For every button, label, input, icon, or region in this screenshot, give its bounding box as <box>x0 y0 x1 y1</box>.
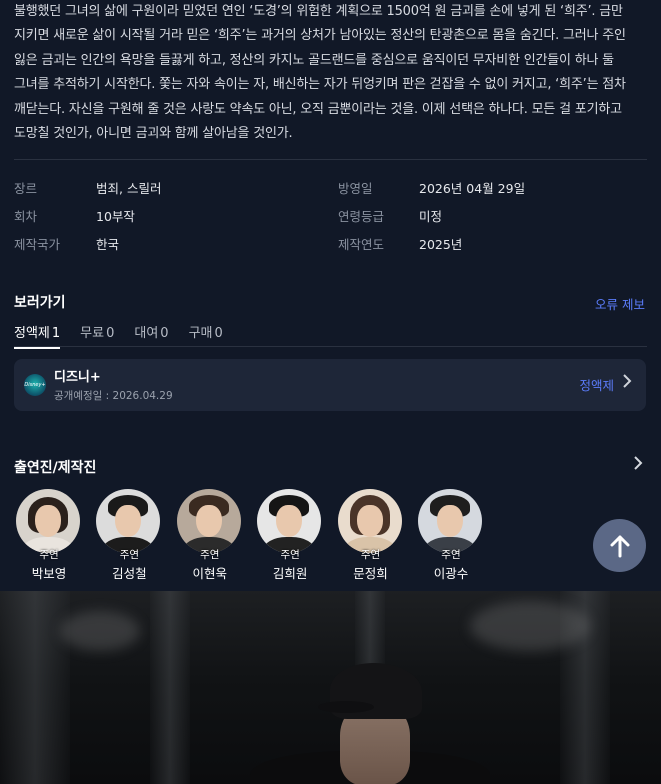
cast-name: 김희원 <box>272 566 308 581</box>
tab-subscription[interactable]: 정액제 1 <box>14 322 61 349</box>
info-country: 제작국가 한국 <box>14 234 119 253</box>
info-rating: 연령등급 미정 <box>338 206 442 225</box>
cast-item[interactable]: 주연 이현욱 <box>176 489 243 582</box>
role-badge: 주연 <box>280 549 300 561</box>
avatar <box>176 489 241 553</box>
info-genre-value: 범죄, 스릴러 <box>96 181 162 196</box>
tab-label: 대여 <box>134 326 159 341</box>
role-badge: 주연 <box>360 549 381 561</box>
cast-name: 김성철 <box>112 566 147 581</box>
info-year: 제작연도 2025년 <box>338 234 462 253</box>
tab-label: 무료 <box>80 326 105 341</box>
avatar <box>96 489 161 553</box>
info-episodes-label: 회차 <box>14 209 38 224</box>
tabs-divider <box>14 346 647 347</box>
chevron-right-icon[interactable] <box>633 455 643 476</box>
info-airdate: 방영일 2026년 04월 29일 <box>338 178 525 197</box>
cast-name: 이광수 <box>433 566 469 581</box>
info-rating-value: 미정 <box>419 209 443 224</box>
cast-item[interactable]: 주연 김성철 <box>96 489 162 582</box>
cast-name: 박보영 <box>31 566 67 581</box>
service-plan: 정액제 <box>579 378 614 393</box>
info-airdate-value: 2026년 04월 29일 <box>419 181 526 196</box>
role-badge: 주연 <box>200 549 220 561</box>
watch-tabs: 정액제 1 무료 0 대여 0 구매 0 <box>14 322 243 349</box>
info-episodes-value: 10부작 <box>96 209 135 224</box>
synopsis-text: 불행했던 그녀의 삶에 구원이라 믿었던 연인 ‘도경’의 위험한 계획으로 1… <box>14 4 626 142</box>
tab-count: 0 <box>214 326 223 341</box>
chevron-right-icon <box>622 373 632 393</box>
tab-count: 0 <box>106 326 115 341</box>
tab-count: 1 <box>51 326 61 341</box>
tab-purchase[interactable]: 구매 0 <box>189 322 223 349</box>
info-genre: 장르 범죄, 스릴러 <box>14 178 161 197</box>
cast-item[interactable]: 주연 이광수 <box>417 489 484 582</box>
role-badge: 주연 <box>119 549 140 561</box>
cast-name: 이현욱 <box>192 566 228 581</box>
info-episodes: 회차 10부작 <box>14 206 135 225</box>
tab-free[interactable]: 무료 0 <box>80 322 114 349</box>
tab-label: 정액제 <box>14 326 50 341</box>
info-year-label: 제작연도 <box>338 237 385 252</box>
info-genre-label: 장르 <box>14 181 38 196</box>
tab-rental[interactable]: 대여 0 <box>134 322 168 349</box>
avatar <box>417 489 482 553</box>
info-country-value: 한국 <box>96 237 120 252</box>
tab-label: 구매 <box>188 326 213 341</box>
info-rating-label: 연령등급 <box>338 209 385 224</box>
info-year-value: 2025년 <box>419 237 463 252</box>
info-country-label: 제작국가 <box>14 237 61 252</box>
cast-section-title: 출연진/제작진 <box>14 460 97 476</box>
disney-plus-logo: Disney+ <box>24 374 46 396</box>
watch-section-title: 보러가기 <box>14 295 66 311</box>
arrow-up-icon <box>609 530 631 560</box>
service-release-date: 공개예정일 : 2026.04.29 <box>54 390 173 402</box>
report-error-link[interactable]: 오류 제보 <box>595 294 645 313</box>
cast-item[interactable]: 주연 문정희 <box>337 489 404 582</box>
streaming-service-card[interactable]: Disney+ 디즈니+ 공개예정일 : 2026.04.29 정액제 <box>14 359 646 411</box>
cast-name: 문정희 <box>353 566 388 581</box>
avatar <box>16 489 80 553</box>
cast-list: 주연 박보영 주연 김성철 주연 이현욱 주연 김희원 주연 문정희 주연 이광… <box>16 489 498 582</box>
section-divider <box>14 159 647 160</box>
service-name: 디즈니+ <box>54 370 101 385</box>
avatar <box>257 489 322 553</box>
scene-still-image <box>0 591 661 784</box>
avatar <box>337 489 402 553</box>
role-badge: 주연 <box>39 549 59 561</box>
role-badge: 주연 <box>441 549 461 561</box>
scroll-to-top-button[interactable] <box>593 519 646 572</box>
info-airdate-label: 방영일 <box>338 181 373 196</box>
tab-count: 0 <box>160 326 169 341</box>
cast-item[interactable]: 주연 박보영 <box>16 489 82 582</box>
cast-item[interactable]: 주연 김희원 <box>257 489 323 582</box>
